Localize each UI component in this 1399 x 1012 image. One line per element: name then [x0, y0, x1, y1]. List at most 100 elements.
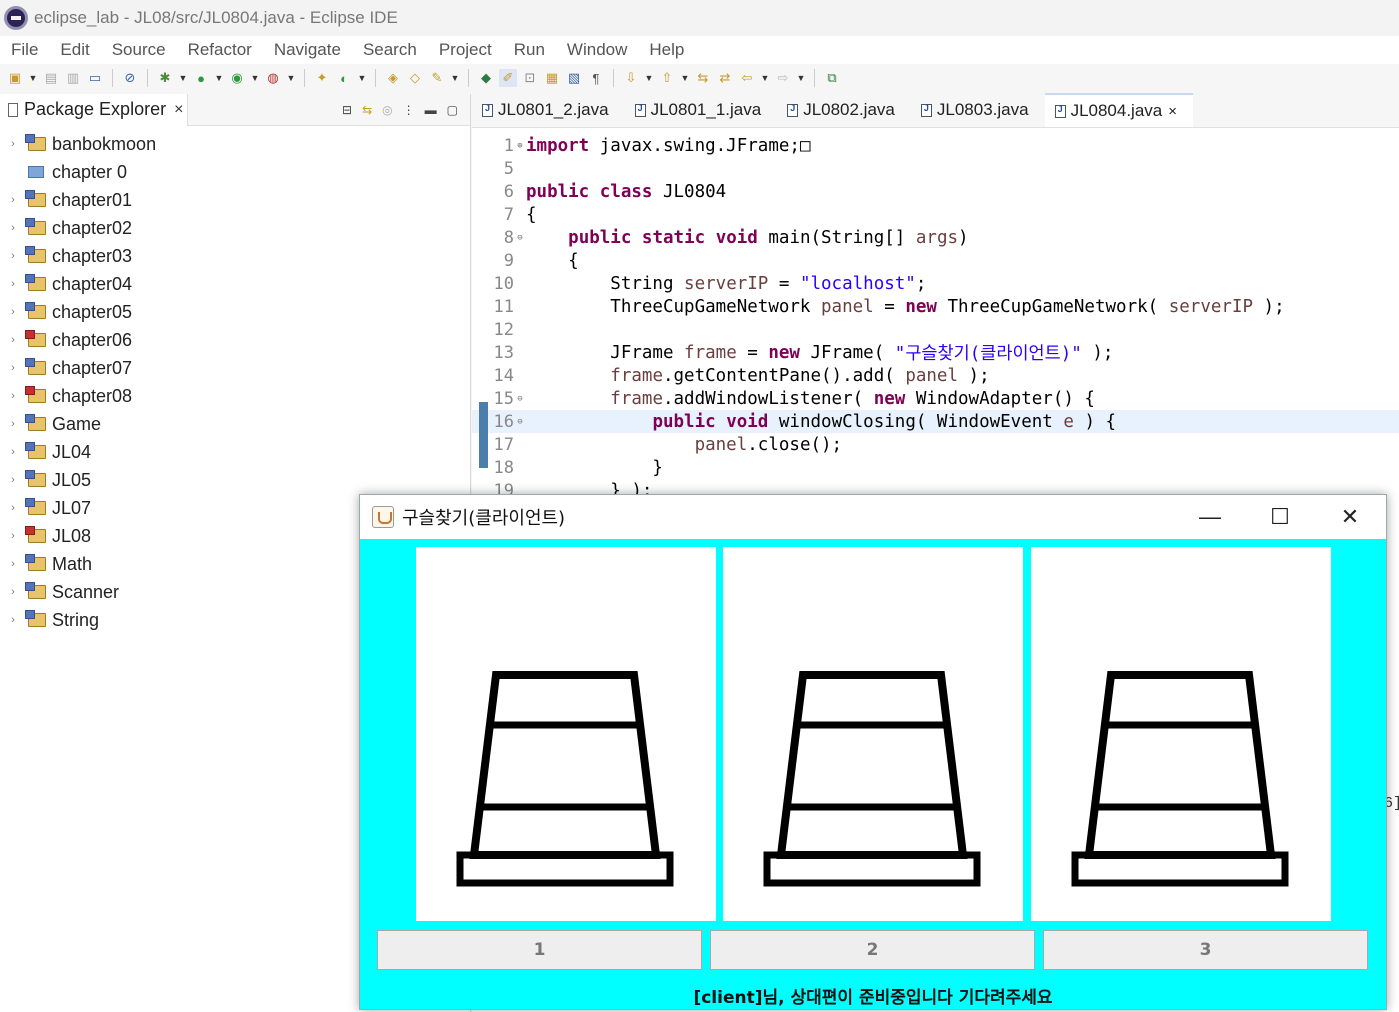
debug-icon[interactable]: ✱ [156, 69, 174, 87]
skip-breakpoints-icon[interactable]: ⊘ [121, 69, 139, 87]
chevron-right-icon[interactable]: › [6, 334, 20, 346]
tree-item-jl04[interactable]: › JL04 [0, 438, 470, 466]
menu-file[interactable]: File [0, 40, 49, 60]
block-selection-icon[interactable]: ⊡ [521, 69, 539, 87]
back-icon[interactable]: ⇦ [738, 69, 756, 87]
tab-package-explorer[interactable]: Package Explorer × [0, 93, 188, 126]
cup-panel-2[interactable] [723, 547, 1023, 921]
tab-jl0801-1[interactable]: JL0801_1.java [625, 93, 778, 127]
menu-navigate[interactable]: Navigate [263, 40, 352, 60]
pilcrow-icon[interactable]: ¶ [587, 69, 605, 87]
close-button[interactable]: ✕ [1315, 495, 1385, 539]
cup-panel-3[interactable] [1031, 547, 1331, 921]
menu-source[interactable]: Source [101, 40, 177, 60]
collapse-all-icon[interactable]: ⊟ [342, 103, 352, 117]
cup-panel-1[interactable] [416, 547, 716, 921]
fold-toggle-icon[interactable]: ⊖ [514, 417, 526, 427]
open-type-icon[interactable]: ◈ [384, 69, 402, 87]
minimize-icon[interactable]: ▬ [425, 103, 437, 117]
forward-icon[interactable]: ⇨ [774, 69, 792, 87]
fold-toggle-icon[interactable]: ⊖ [514, 233, 526, 243]
chevron-right-icon[interactable]: › [6, 474, 20, 486]
code-line[interactable]: 12 [472, 318, 1399, 341]
save-all-icon[interactable]: ▥ [64, 69, 82, 87]
tree-item-chapter06[interactable]: › chapter06 [0, 326, 470, 354]
fold-toggle-icon[interactable]: ⊕ [514, 141, 526, 151]
tree-item-chapter-0[interactable]: chapter 0 [0, 158, 470, 186]
forward-edit-icon[interactable]: ⇄ [716, 69, 734, 87]
new-class-icon[interactable]: ◐ [335, 69, 353, 87]
chevron-right-icon[interactable]: › [6, 222, 20, 234]
save-icon[interactable]: ▤ [42, 69, 60, 87]
fold-toggle-icon[interactable]: ⊖ [514, 394, 526, 404]
run-icon[interactable]: ● [192, 69, 210, 87]
code-line[interactable]: 6 public class JL0804 [472, 180, 1399, 203]
chevron-right-icon[interactable]: › [6, 390, 20, 402]
menu-run[interactable]: Run [503, 40, 556, 60]
link-with-editor-icon[interactable]: ⇆ [362, 103, 372, 117]
search-icon[interactable]: ✎ [428, 69, 446, 87]
terminal-icon[interactable]: ▭ [86, 69, 104, 87]
tree-item-chapter08[interactable]: › chapter08 [0, 382, 470, 410]
menu-help[interactable]: Help [638, 40, 695, 60]
chevron-right-icon[interactable]: › [6, 362, 20, 374]
open-perspective-icon[interactable]: ⧉ [823, 69, 841, 87]
minimize-button[interactable]: — [1175, 495, 1245, 539]
code-line[interactable]: 17 panel .close(); [472, 433, 1399, 456]
chevron-right-icon[interactable]: › [6, 614, 20, 626]
coverage-icon[interactable]: ◉ [228, 69, 246, 87]
menu-project[interactable]: Project [428, 40, 503, 60]
tab-jl0803[interactable]: JL0803.java [911, 93, 1045, 127]
open-folder-icon[interactable]: ◇ [406, 69, 424, 87]
new-icon[interactable]: ▣ [6, 69, 24, 87]
maximize-icon[interactable]: ▢ [447, 103, 458, 117]
tree-item-chapter02[interactable]: › chapter02 [0, 214, 470, 242]
menu-edit[interactable]: Edit [49, 40, 100, 60]
chevron-right-icon[interactable]: › [6, 418, 20, 430]
choice-button-1[interactable]: 1 [377, 930, 702, 970]
chevron-down-icon[interactable]: ▼ [286, 69, 296, 87]
chevron-down-icon[interactable]: ▼ [680, 69, 690, 87]
show-whitespace-icon[interactable]: ▧ [565, 69, 583, 87]
new-java-project-icon[interactable]: ✦ [313, 69, 331, 87]
chevron-down-icon[interactable]: ▼ [450, 69, 460, 87]
tree-item-chapter07[interactable]: › chapter07 [0, 354, 470, 382]
code-line[interactable]: 5 [472, 157, 1399, 180]
chevron-right-icon[interactable]: › [6, 558, 20, 570]
chevron-right-icon[interactable]: › [6, 138, 20, 150]
menu-window[interactable]: Window [556, 40, 638, 60]
focus-icon[interactable]: ◎ [382, 103, 392, 117]
tab-jl0802[interactable]: JL0802.java [777, 93, 911, 127]
menu-refactor[interactable]: Refactor [177, 40, 263, 60]
close-icon[interactable]: × [1168, 103, 1177, 120]
close-icon[interactable]: × [174, 101, 183, 119]
code-line[interactable]: 1 ⊕ import javax.swing.JFrame; □ [472, 134, 1399, 157]
external-tools-icon[interactable]: ◍ [264, 69, 282, 87]
tree-item-chapter03[interactable]: › chapter03 [0, 242, 470, 270]
tree-item-jl05[interactable]: › JL05 [0, 466, 470, 494]
code-line[interactable]: 14 frame .getContentPane().add( panel ); [472, 364, 1399, 387]
previous-annotation-icon[interactable]: ⇧ [658, 69, 676, 87]
code-line[interactable]: 10 String serverIP = "localhost"; [472, 272, 1399, 295]
code-line[interactable]: 7{ [472, 203, 1399, 226]
choice-button-2[interactable]: 2 [710, 930, 1035, 970]
tree-item-chapter05[interactable]: › chapter05 [0, 298, 470, 326]
code-line[interactable]: 9 { [472, 249, 1399, 272]
tab-jl0801-2[interactable]: JL0801_2.java [472, 93, 625, 127]
chevron-right-icon[interactable]: › [6, 250, 20, 262]
code-line[interactable]: 11 ThreeCupGameNetwork panel = new Three… [472, 295, 1399, 318]
code-line[interactable]: 8 ⊖ public static void main(String[] args… [472, 226, 1399, 249]
chevron-right-icon[interactable]: › [6, 306, 20, 318]
code-line[interactable]: 13 JFrame frame = new JFrame( "구슬찾기(클라이언… [472, 341, 1399, 365]
chevron-right-icon[interactable]: › [6, 446, 20, 458]
tree-item-game[interactable]: › Game [0, 410, 470, 438]
chevron-down-icon[interactable]: ▼ [644, 69, 654, 87]
word-wrap-icon[interactable]: ▦ [543, 69, 561, 87]
menu-search[interactable]: Search [352, 40, 428, 60]
code-line[interactable]: 18 } [472, 456, 1399, 479]
maximize-button[interactable]: ☐ [1245, 495, 1315, 539]
chevron-down-icon[interactable]: ▼ [214, 69, 224, 87]
tree-item-chapter01[interactable]: › chapter01 [0, 186, 470, 214]
chevron-right-icon[interactable]: › [6, 194, 20, 206]
tree-item-banbokmoon[interactable]: › banbokmoon [0, 130, 470, 158]
